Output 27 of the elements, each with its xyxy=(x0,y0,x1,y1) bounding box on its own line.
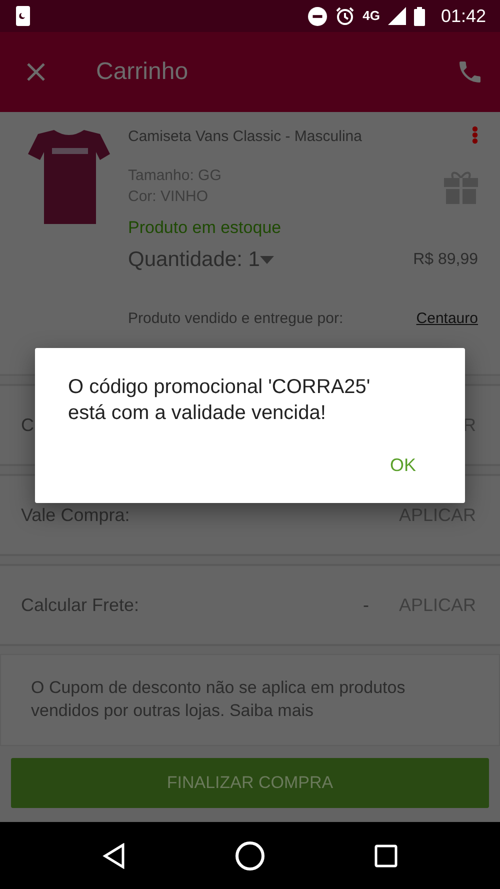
product-price: R$ 89,99 xyxy=(413,250,478,270)
recent-apps-icon[interactable] xyxy=(374,844,398,868)
checkout-button[interactable]: FINALIZAR COMPRA xyxy=(11,758,489,808)
home-icon[interactable] xyxy=(234,840,266,872)
network-type: 4G xyxy=(362,7,380,26)
coupon-notice: O Cupom de desconto não se aplica em produtos vendidos por outras lojas. Saiba mais xyxy=(31,677,406,722)
page-title: Carrinho xyxy=(96,57,188,87)
seller-link[interactable]: Centauro xyxy=(416,308,478,330)
close-icon[interactable] xyxy=(26,62,46,82)
dialog-message: O código promocional 'CORRA25' está com a validade vencida! xyxy=(68,375,372,426)
row-label: Calcular Frete: xyxy=(21,594,140,616)
battery-icon xyxy=(414,6,425,26)
stock-status: Produto em estoque xyxy=(128,216,282,238)
clock-time: 01:42 xyxy=(440,4,486,28)
do-not-disturb-icon xyxy=(308,6,327,26)
caret-icon xyxy=(260,256,274,264)
row-value: - xyxy=(362,594,369,616)
seller-label: Produto vendido e entregue por: xyxy=(128,308,344,328)
quantity-dropdown[interactable]: Quantidade: 1 xyxy=(128,244,274,276)
notification-icon xyxy=(16,6,30,26)
alarm-icon xyxy=(334,6,355,26)
learn-more-link[interactable]: Saiba mais xyxy=(229,700,314,720)
back-icon[interactable] xyxy=(102,842,126,868)
signal-icon xyxy=(388,7,406,25)
product-name: Camiseta Vans Classic - Masculina xyxy=(128,127,362,147)
more-options-icon[interactable] xyxy=(472,126,478,144)
ok-button[interactable]: OK xyxy=(390,452,416,479)
